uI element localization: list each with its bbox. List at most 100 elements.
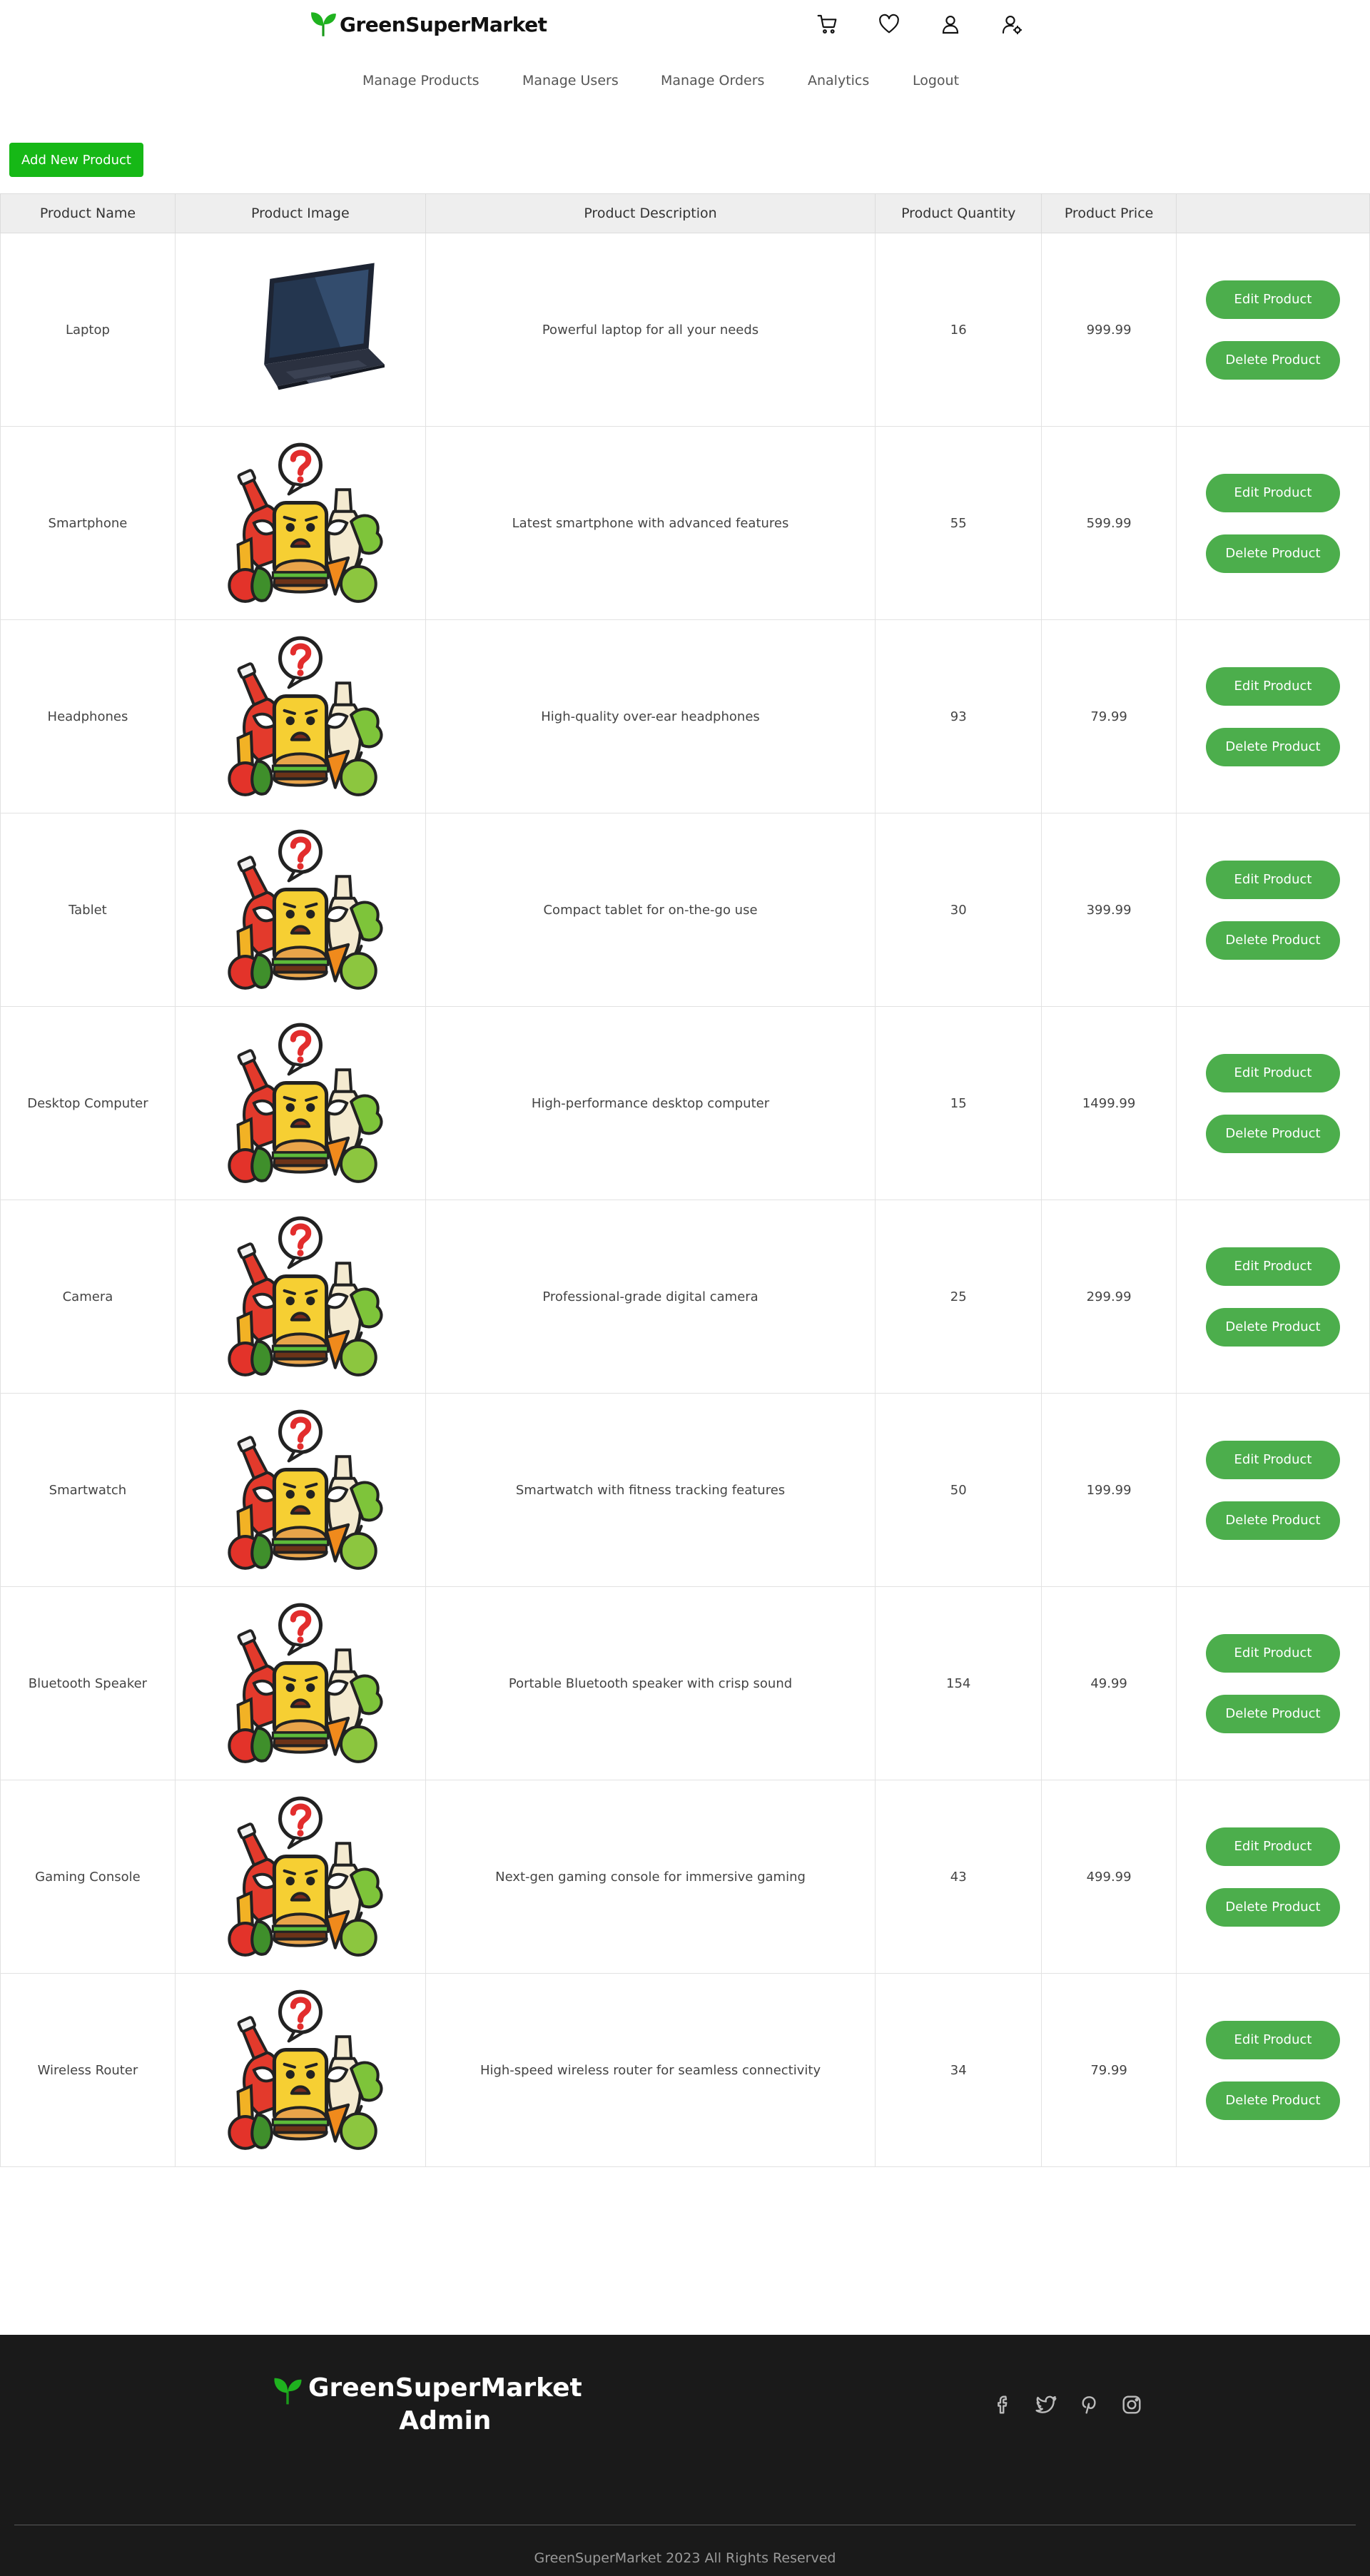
laptop-image [213,243,387,417]
product-actions: Edit Product Delete Product [1176,1393,1370,1587]
product-name: Gaming Console [0,1780,176,1974]
product-actions: Edit Product Delete Product [1176,426,1370,620]
delete-product-button[interactable]: Delete Product [1206,1307,1341,1347]
edit-product-button[interactable]: Edit Product [1206,1633,1341,1673]
nav-logout[interactable]: Logout [913,73,959,88]
col-header-image: Product Image [174,193,426,233]
delete-product-button[interactable]: Delete Product [1206,1501,1341,1540]
product-description: Professional-grade digital camera [425,1200,876,1394]
nav-manage-orders[interactable]: Manage Orders [661,73,764,88]
facebook-icon[interactable] [989,2390,1018,2419]
col-header-actions [1176,193,1370,233]
instagram-icon[interactable] [1117,2390,1146,2419]
edit-product-button[interactable]: Edit Product [1206,666,1341,706]
edit-product-button[interactable]: Edit Product [1206,860,1341,899]
product-image-cell [174,1780,426,1974]
product-description: Latest smartphone with advanced features [425,426,876,620]
product-price: 199.99 [1041,1393,1177,1587]
nav-analytics[interactable]: Analytics [808,73,869,88]
cart-icon[interactable] [813,10,842,39]
product-image-cell [174,1200,426,1394]
nav-manage-users[interactable]: Manage Users [522,73,619,88]
product-quantity: 16 [875,233,1042,427]
table-row: Laptop Powerful laptop for all your need… [0,233,1370,427]
product-description: High-speed wireless router for seamless … [425,1973,876,2167]
products-table: Product Name Product Image Product Descr… [0,193,1370,2167]
product-name: Tablet [0,813,176,1007]
edit-product-button[interactable]: Edit Product [1206,2020,1341,2059]
product-name: Desktop Computer [0,1006,176,1200]
delete-product-button[interactable]: Delete Product [1206,2081,1341,2120]
pinterest-icon[interactable] [1075,2390,1103,2419]
edit-product-button[interactable]: Edit Product [1206,473,1341,512]
product-description: Smartwatch with fitness tracking feature… [425,1393,876,1587]
product-description: High-quality over-ear headphones [425,619,876,813]
product-placeholder-image [213,1210,387,1384]
heart-icon[interactable] [875,10,903,39]
product-quantity: 43 [875,1780,1042,1974]
product-price: 299.99 [1041,1200,1177,1394]
product-quantity: 93 [875,619,1042,813]
product-placeholder-image [213,1596,387,1770]
user-settings-icon[interactable] [998,10,1026,39]
product-quantity: 34 [875,1973,1042,2167]
delete-product-button[interactable]: Delete Product [1206,727,1341,766]
product-name: Wireless Router [0,1973,176,2167]
main-nav: Manage Products Manage Users Manage Orde… [0,73,1370,98]
product-price: 79.99 [1041,1973,1177,2167]
delete-product-button[interactable]: Delete Product [1206,340,1341,380]
edit-product-button[interactable]: Edit Product [1206,1827,1341,1866]
product-price: 79.99 [1041,619,1177,813]
edit-product-button[interactable]: Edit Product [1206,1440,1341,1479]
table-row: Gaming Console Next-gen gaming console f… [0,1780,1370,1974]
twitter-icon[interactable] [1032,2390,1060,2419]
leaf-icon [274,2378,302,2405]
product-description: Portable Bluetooth speaker with crisp so… [425,1586,876,1780]
product-price: 1499.99 [1041,1006,1177,1200]
delete-product-button[interactable]: Delete Product [1206,921,1341,960]
product-image-cell [174,1973,426,2167]
footer-logo[interactable]: GreenSuperMarket Admin [271,2372,582,2438]
product-name: Camera [0,1200,176,1394]
delete-product-button[interactable]: Delete Product [1206,1887,1341,1927]
table-row: Wireless Router High-speed wireless rout… [0,1973,1370,2167]
product-placeholder-image [213,629,387,803]
col-header-name: Product Name [0,193,176,233]
product-price: 399.99 [1041,813,1177,1007]
table-row: Desktop Computer High-performance deskto… [0,1006,1370,1200]
product-image-cell [174,1586,426,1780]
product-description: High-performance desktop computer [425,1006,876,1200]
product-actions: Edit Product Delete Product [1176,233,1370,427]
table-row: Camera Professional-grade digital camera… [0,1200,1370,1394]
product-image-cell [174,619,426,813]
add-new-product-button[interactable]: Add New Product [9,143,143,177]
table-row: Bluetooth Speaker Portable Bluetooth spe… [0,1586,1370,1780]
product-actions: Edit Product Delete Product [1176,619,1370,813]
col-header-quantity: Product Quantity [875,193,1042,233]
delete-product-button[interactable]: Delete Product [1206,1114,1341,1153]
product-actions: Edit Product Delete Product [1176,813,1370,1007]
product-quantity: 25 [875,1200,1042,1394]
product-price: 49.99 [1041,1586,1177,1780]
delete-product-button[interactable]: Delete Product [1206,1694,1341,1733]
footer-brand-subtitle: Admin [399,2406,492,2435]
col-header-description: Product Description [425,193,876,233]
brand-logo[interactable]: GreenSuperMarket [308,9,547,40]
user-icon[interactable] [936,10,965,39]
product-placeholder-image [213,1983,387,2157]
product-image-cell [174,233,426,427]
copyright-text: GreenSuperMarket 2023 All Rights Reserve… [534,2550,836,2566]
product-quantity: 50 [875,1393,1042,1587]
edit-product-button[interactable]: Edit Product [1206,280,1341,319]
edit-product-button[interactable]: Edit Product [1206,1247,1341,1286]
brand-name: GreenSuperMarket [340,12,547,36]
nav-manage-products[interactable]: Manage Products [362,73,480,88]
leaf-icon [311,12,336,36]
product-name: Smartphone [0,426,176,620]
edit-product-button[interactable]: Edit Product [1206,1053,1341,1092]
product-image-cell [174,813,426,1007]
product-actions: Edit Product Delete Product [1176,1200,1370,1394]
product-name: Headphones [0,619,176,813]
delete-product-button[interactable]: Delete Product [1206,534,1341,573]
product-quantity: 15 [875,1006,1042,1200]
